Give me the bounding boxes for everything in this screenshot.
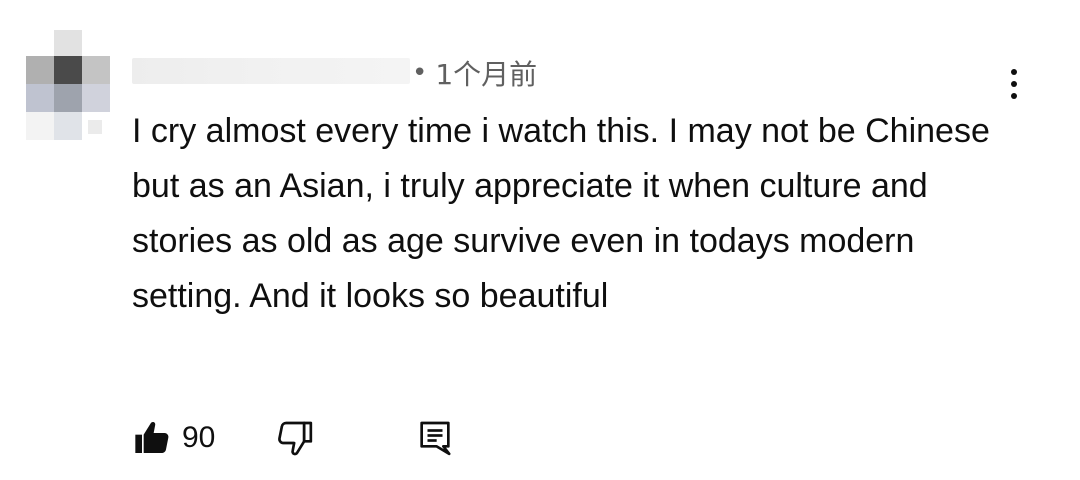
more-options-button[interactable] <box>996 62 1032 106</box>
like-count: 90 <box>182 421 216 454</box>
more-vertical-icon-dot <box>1011 93 1017 99</box>
comment-timestamp[interactable]: 1个月前 <box>435 53 537 93</box>
like-button[interactable]: 90 <box>132 418 215 458</box>
comment-actions: 90 <box>132 414 455 462</box>
avatar-pixel <box>82 56 110 84</box>
avatar-pixel <box>54 56 82 84</box>
more-vertical-icon-dot <box>1011 81 1017 87</box>
comment-meta: • 1个月前 <box>412 55 537 91</box>
avatar[interactable] <box>26 30 116 140</box>
thumbs-up-filled-icon <box>132 418 172 458</box>
thumbs-down-outline-icon <box>275 418 315 458</box>
avatar-pixel <box>26 112 54 140</box>
meta-separator: • <box>412 58 428 88</box>
username-blurred[interactable] <box>132 58 410 84</box>
avatar-pixel <box>54 30 82 58</box>
avatar-pixel <box>54 84 82 112</box>
avatar-pixel <box>54 112 82 140</box>
avatar-pixel <box>26 84 54 112</box>
comment-reply-icon <box>415 418 455 458</box>
avatar-pixel <box>26 56 54 84</box>
avatar-pixel <box>82 84 110 112</box>
reply-button[interactable] <box>415 418 455 458</box>
more-vertical-icon <box>1011 69 1017 75</box>
avatar-pixel <box>88 120 102 134</box>
comment-text: I cry almost every time i watch this. I … <box>132 112 990 315</box>
dislike-button[interactable] <box>275 418 315 458</box>
